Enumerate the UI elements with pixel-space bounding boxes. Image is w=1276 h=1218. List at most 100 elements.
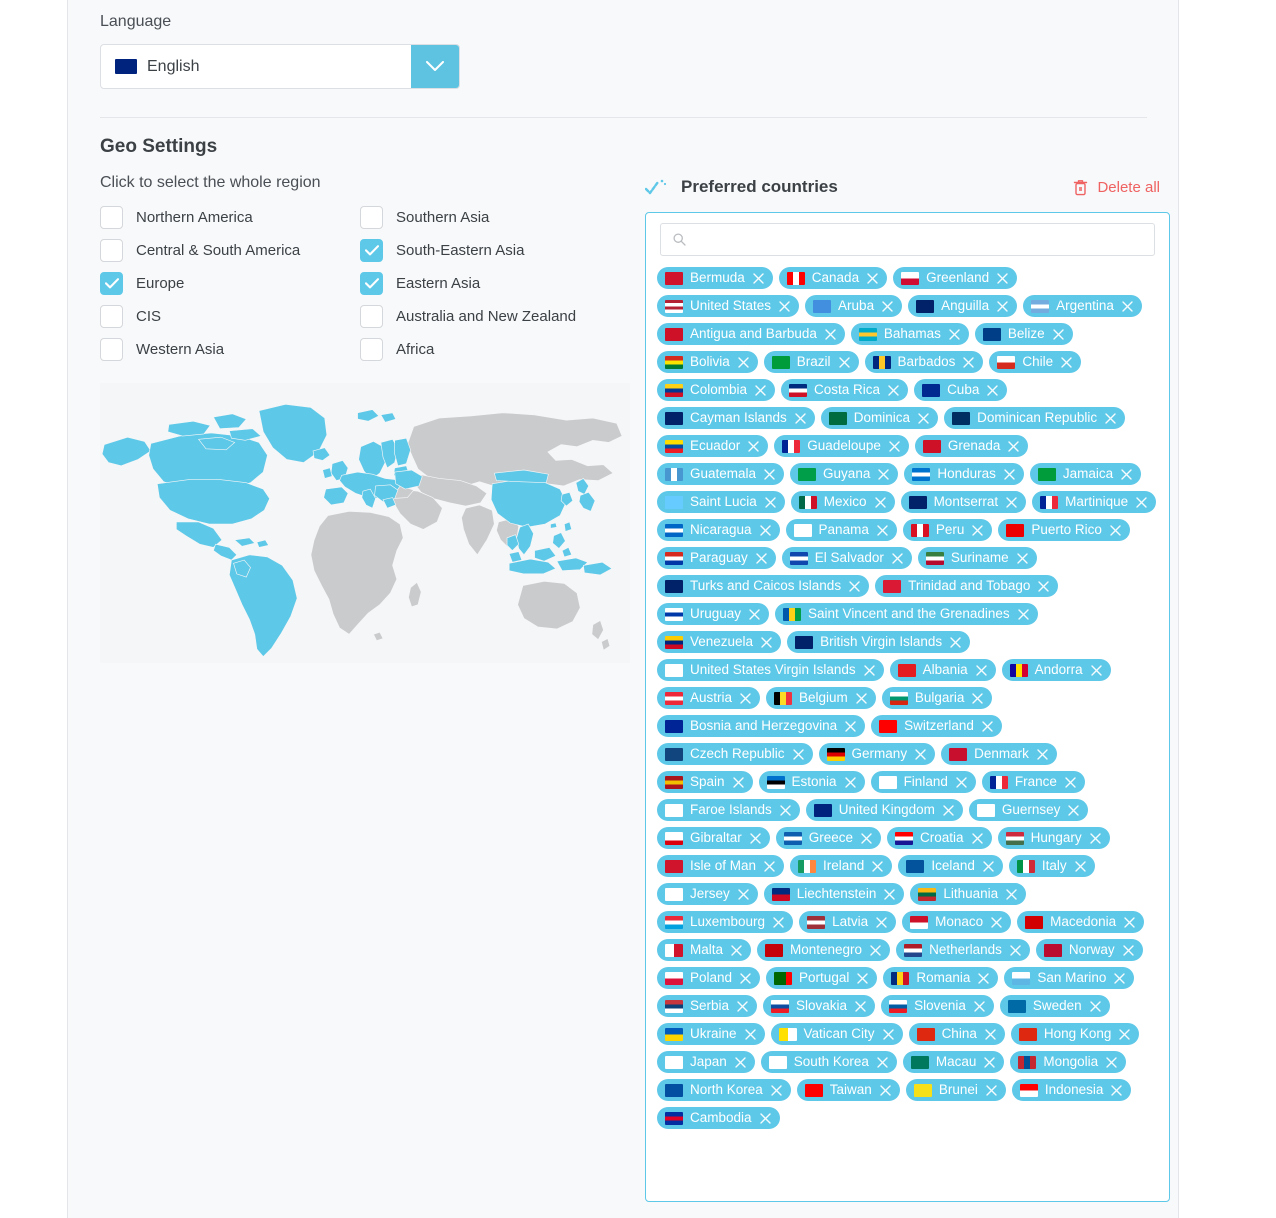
country-tag[interactable]: Turks and Caicos Islands bbox=[657, 575, 870, 597]
close-icon[interactable] bbox=[855, 1000, 866, 1012]
checkbox-box[interactable] bbox=[360, 305, 383, 328]
country-tag[interactable]: Belize bbox=[974, 323, 1073, 345]
country-tag[interactable]: British Virgin Islands bbox=[787, 631, 971, 653]
country-tag[interactable]: Portugal bbox=[766, 967, 878, 989]
region-checkbox-western-asia[interactable]: Western Asia bbox=[100, 338, 360, 361]
checkbox-box[interactable] bbox=[100, 272, 123, 295]
close-icon[interactable] bbox=[761, 636, 772, 648]
region-checkbox-central-south-america[interactable]: Central & South America bbox=[100, 239, 360, 262]
close-icon[interactable] bbox=[1124, 916, 1135, 928]
close-icon[interactable] bbox=[738, 888, 749, 900]
close-icon[interactable] bbox=[1010, 944, 1021, 956]
close-icon[interactable] bbox=[972, 692, 984, 704]
country-tag[interactable]: Jamaica bbox=[1029, 463, 1142, 485]
close-icon[interactable] bbox=[997, 300, 1008, 312]
country-tag[interactable]: Grenada bbox=[914, 435, 1029, 457]
country-tag[interactable]: Costa Rica bbox=[781, 379, 909, 401]
checkbox-box[interactable] bbox=[360, 272, 383, 295]
close-icon[interactable] bbox=[1119, 1028, 1131, 1040]
close-icon[interactable] bbox=[1114, 972, 1126, 984]
country-tag[interactable]: Brunei bbox=[905, 1079, 1006, 1101]
close-icon[interactable] bbox=[1089, 1000, 1101, 1012]
country-tag[interactable]: Romania bbox=[883, 967, 999, 989]
close-icon[interactable] bbox=[764, 860, 775, 872]
country-tag[interactable]: Bulgaria bbox=[881, 687, 993, 709]
close-icon[interactable] bbox=[1121, 468, 1132, 480]
close-icon[interactable] bbox=[771, 1084, 782, 1096]
country-tag[interactable]: Bermuda bbox=[657, 267, 773, 289]
region-checkbox-south-eastern-asia[interactable]: South-Eastern Asia bbox=[360, 239, 620, 262]
language-select[interactable]: English bbox=[100, 44, 460, 89]
country-tag[interactable]: Honduras bbox=[904, 463, 1024, 485]
country-tag[interactable]: Iceland bbox=[898, 855, 1003, 877]
close-icon[interactable] bbox=[888, 384, 899, 396]
country-tag[interactable]: Luxembourg bbox=[657, 911, 794, 933]
close-icon[interactable] bbox=[1105, 412, 1116, 424]
close-icon[interactable] bbox=[918, 412, 929, 424]
country-tag[interactable]: Belgium bbox=[766, 687, 876, 709]
search-field[interactable] bbox=[660, 223, 1155, 256]
close-icon[interactable] bbox=[882, 1028, 894, 1040]
close-icon[interactable] bbox=[1065, 776, 1076, 788]
close-icon[interactable] bbox=[861, 832, 872, 844]
close-icon[interactable] bbox=[876, 916, 887, 928]
country-tag[interactable]: Estonia bbox=[758, 771, 865, 793]
close-icon[interactable] bbox=[987, 384, 999, 396]
country-tag[interactable]: Spain bbox=[657, 771, 753, 793]
close-icon[interactable] bbox=[735, 1056, 746, 1068]
country-tag[interactable]: Macedonia bbox=[1017, 911, 1145, 933]
close-icon[interactable] bbox=[972, 524, 984, 536]
close-icon[interactable] bbox=[1122, 944, 1134, 956]
close-icon[interactable] bbox=[1089, 832, 1101, 844]
close-icon[interactable] bbox=[880, 1084, 891, 1096]
close-icon[interactable] bbox=[825, 328, 836, 340]
checkbox-box[interactable] bbox=[360, 239, 383, 262]
close-icon[interactable] bbox=[877, 1056, 888, 1068]
country-tag[interactable]: Mongolia bbox=[1010, 1051, 1127, 1073]
close-icon[interactable] bbox=[756, 552, 767, 564]
close-icon[interactable] bbox=[1122, 300, 1133, 312]
country-tag[interactable]: United States Virgin Islands bbox=[657, 659, 884, 681]
country-tag[interactable]: Taiwan bbox=[796, 1079, 900, 1101]
country-tag[interactable]: Andorra bbox=[1001, 659, 1111, 681]
checkbox-box[interactable] bbox=[100, 239, 123, 262]
country-tag[interactable]: Croatia bbox=[887, 827, 992, 849]
country-tag[interactable]: Peru bbox=[902, 519, 993, 541]
country-tag[interactable]: Chile bbox=[989, 351, 1082, 373]
country-tag[interactable]: Anguilla bbox=[908, 295, 1018, 317]
country-tag[interactable]: Mexico bbox=[790, 491, 895, 513]
close-icon[interactable] bbox=[949, 328, 960, 340]
country-tag[interactable]: Suriname bbox=[917, 547, 1037, 569]
country-tag[interactable]: Ukraine bbox=[657, 1023, 765, 1045]
country-tag[interactable]: United States bbox=[657, 295, 800, 317]
country-tag[interactable]: Paraguay bbox=[657, 547, 776, 569]
checkbox-box[interactable] bbox=[360, 338, 383, 361]
country-tag[interactable]: Venezuela bbox=[657, 631, 782, 653]
close-icon[interactable] bbox=[874, 496, 886, 508]
close-icon[interactable] bbox=[849, 580, 860, 592]
country-tag[interactable]: Japan bbox=[657, 1051, 755, 1073]
country-tag[interactable]: Dominican Republic bbox=[944, 407, 1126, 429]
country-tag[interactable]: Isle of Man bbox=[657, 855, 785, 877]
close-icon[interactable] bbox=[764, 468, 775, 480]
country-tag[interactable]: Greenland bbox=[893, 267, 1018, 289]
country-tag[interactable]: Colombia bbox=[657, 379, 776, 401]
country-tag[interactable]: Cuba bbox=[914, 379, 1008, 401]
close-icon[interactable] bbox=[780, 804, 791, 816]
country-tag[interactable]: Sweden bbox=[999, 995, 1110, 1017]
country-tag[interactable]: Vatican City bbox=[770, 1023, 903, 1045]
country-tag[interactable]: Czech Republic bbox=[657, 743, 813, 765]
close-icon[interactable] bbox=[915, 748, 926, 760]
close-icon[interactable] bbox=[1037, 748, 1048, 760]
close-icon[interactable] bbox=[877, 524, 888, 536]
close-icon[interactable] bbox=[1017, 608, 1029, 620]
country-tag[interactable]: Guyana bbox=[790, 463, 899, 485]
country-tag[interactable]: South Korea bbox=[760, 1051, 897, 1073]
close-icon[interactable] bbox=[765, 496, 776, 508]
country-tag[interactable]: Nicaragua bbox=[657, 519, 780, 541]
country-tag[interactable]: Finland bbox=[870, 771, 976, 793]
country-tag[interactable]: Ecuador bbox=[657, 435, 769, 457]
country-tag[interactable]: France bbox=[981, 771, 1085, 793]
region-checkbox-eastern-asia[interactable]: Eastern Asia bbox=[360, 272, 620, 295]
country-tag[interactable]: Barbados bbox=[864, 351, 984, 373]
